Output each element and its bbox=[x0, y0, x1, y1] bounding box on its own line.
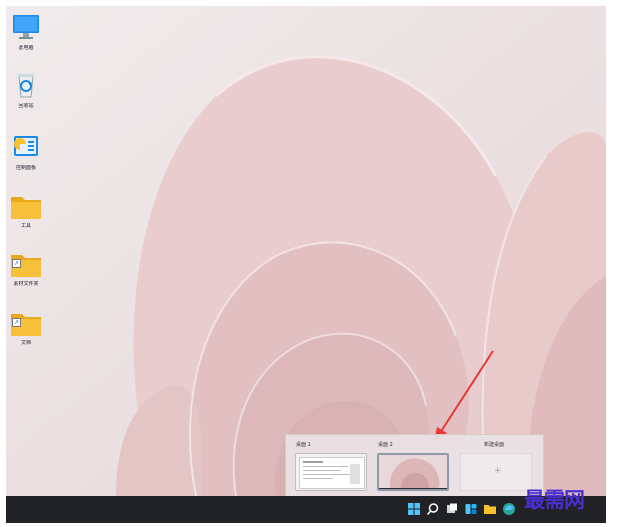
widgets-icon[interactable] bbox=[464, 502, 478, 516]
control-panel-icon bbox=[14, 136, 38, 156]
desktop-icon-label: 工具 bbox=[20, 223, 31, 229]
task-view-panel: 桌面 1 桌面 2 新建桌面 + bbox=[285, 434, 544, 497]
desktop-2-thumbnail[interactable] bbox=[377, 453, 449, 491]
desktop-icon-label: 回收站 bbox=[18, 103, 34, 109]
desktop-icon-folder-tools[interactable]: 工具 bbox=[6, 194, 46, 229]
desktop-icon-label: 文档 bbox=[20, 340, 31, 346]
desktop-1-label: 桌面 1 bbox=[296, 442, 311, 448]
desktop-icon-folder-materials[interactable]: ↗ 素材文件夹 bbox=[6, 252, 46, 287]
active-desktop-indicator bbox=[409, 489, 421, 491]
taskbar bbox=[6, 496, 606, 523]
search-icon[interactable] bbox=[426, 502, 440, 516]
desktop-icon-control-panel[interactable]: 控制面板 bbox=[6, 132, 46, 171]
desktop-icon-label: 此电脑 bbox=[18, 45, 34, 51]
wallpaper bbox=[6, 6, 606, 496]
file-explorer-icon[interactable] bbox=[483, 502, 497, 516]
new-desktop-button[interactable]: + bbox=[460, 453, 532, 491]
desktop-icon-folder-documents[interactable]: ↗ 文档 bbox=[6, 311, 46, 346]
edge-icon[interactable] bbox=[502, 502, 516, 516]
computer-icon bbox=[13, 15, 39, 39]
plus-icon: + bbox=[494, 466, 502, 476]
folder-icon bbox=[11, 197, 41, 219]
desktop-icon-label: 控制面板 bbox=[15, 165, 36, 171]
desktop-icon-this-pc[interactable]: 此电脑 bbox=[6, 12, 46, 51]
desktop-2-label: 桌面 2 bbox=[378, 442, 393, 448]
desktop-icon-recycle-bin[interactable]: 回收站 bbox=[6, 70, 46, 109]
task-view-icon[interactable] bbox=[445, 502, 459, 516]
recycle-bin-icon bbox=[18, 74, 34, 98]
start-icon[interactable] bbox=[407, 502, 421, 516]
desktop-1-thumbnail[interactable] bbox=[295, 453, 367, 491]
watermark-logo: 最需网 bbox=[524, 487, 585, 512]
shortcut-arrow-icon: ↗ bbox=[12, 259, 21, 268]
desktop-icon-label: 素材文件夹 bbox=[13, 281, 39, 287]
new-desktop-label: 新建桌面 bbox=[484, 442, 505, 448]
shortcut-arrow-icon: ↗ bbox=[12, 318, 21, 327]
desktop-screen: 此电脑 回收站 控制面板 工具 ↗ 素材文件夹 ↗ 文档 桌面 1 桌面 2 新… bbox=[6, 6, 606, 523]
